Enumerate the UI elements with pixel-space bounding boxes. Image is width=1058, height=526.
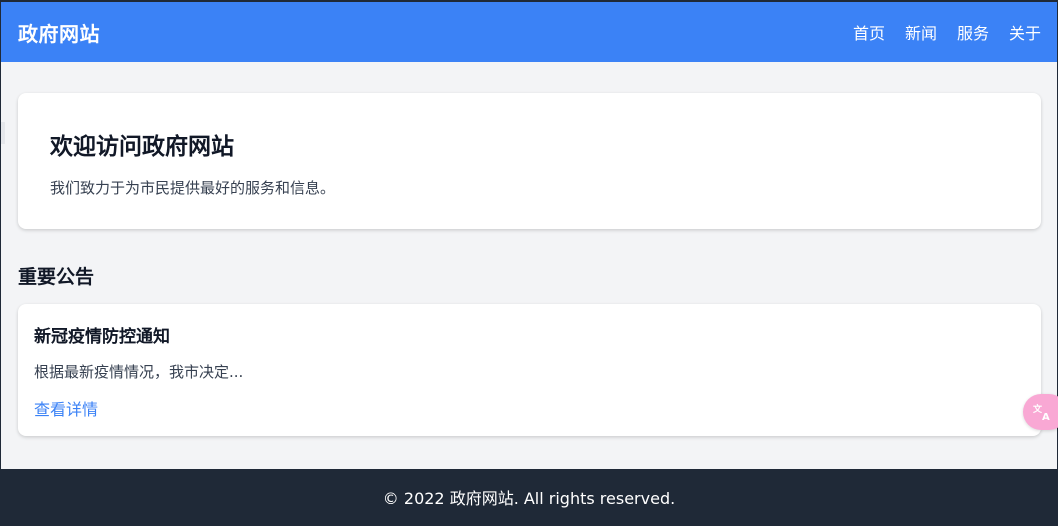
welcome-text: 我们致力于为市民提供最好的服务和信息。 bbox=[50, 179, 336, 197]
nav-link-news[interactable]: 新闻 bbox=[905, 20, 937, 44]
nav-link-about[interactable]: 关于 bbox=[1009, 20, 1041, 44]
announcement-card: 新冠疫情防控通知 根据最新疫情情况，我市决定... 查看详情 bbox=[18, 304, 1041, 436]
welcome-card: 欢迎访问政府网站 我们致力于为市民提供最好的服务和信息。 bbox=[18, 93, 1041, 229]
main-nav: 首页 新闻 服务 关于 bbox=[853, 20, 1041, 44]
site-header: 政府网站 首页 新闻 服务 关于 bbox=[1, 2, 1057, 62]
translate-button[interactable]: 文 A bbox=[1023, 394, 1058, 430]
page: 政府网站 首页 新闻 服务 关于 欢迎访问政府网站 我们致力于为市民提供最好的服… bbox=[0, 0, 1058, 526]
announcements-heading: 重要公告 bbox=[18, 266, 95, 288]
announcement-title: 新冠疫情防控通知 bbox=[34, 327, 170, 347]
nav-link-home[interactable]: 首页 bbox=[853, 20, 885, 44]
nav-link-services[interactable]: 服务 bbox=[957, 20, 989, 44]
copyright-text: © 2022 政府网站. All rights reserved. bbox=[382, 489, 676, 508]
view-details-link[interactable]: 查看详情 bbox=[34, 396, 98, 420]
svg-text:A: A bbox=[1042, 412, 1050, 421]
left-edge-marker bbox=[1, 122, 5, 144]
translate-icon: 文 A bbox=[1033, 403, 1053, 421]
main-content: 欢迎访问政府网站 我们致力于为市民提供最好的服务和信息。 重要公告 新冠疫情防控… bbox=[1, 62, 1057, 436]
welcome-title: 欢迎访问政府网站 bbox=[50, 134, 234, 160]
site-footer: © 2022 政府网站. All rights reserved. bbox=[1, 469, 1057, 525]
site-logo[interactable]: 政府网站 bbox=[18, 18, 100, 47]
announcement-summary: 根据最新疫情情况，我市决定... bbox=[34, 363, 244, 381]
